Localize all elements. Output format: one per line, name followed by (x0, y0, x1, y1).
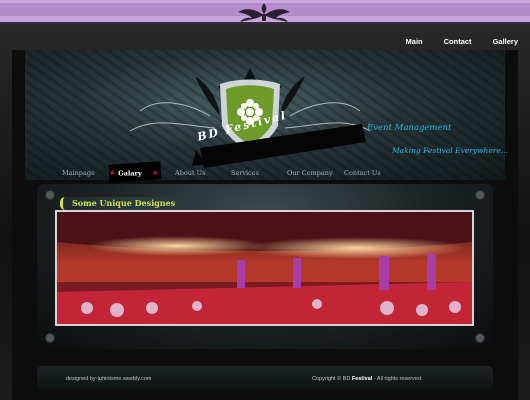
page: Main Contact Gallery BD Festival Event M… (0, 0, 530, 400)
rivet-icon (45, 190, 55, 200)
rivet-icon (475, 333, 485, 343)
top-nav-contact[interactable]: Contact (444, 37, 472, 46)
nav-services[interactable]: Services (231, 169, 259, 177)
top-nav: Main Contact Gallery (385, 37, 518, 46)
ornament-icon (238, 3, 290, 22)
star-icon: ★ (152, 170, 159, 177)
nav-contact-us[interactable]: Contact Us (344, 169, 381, 177)
top-nav-main[interactable]: Main (406, 37, 423, 46)
brand-tagline-slogan: Making Festival Everywhere... (392, 146, 508, 155)
gallery-photo (55, 210, 474, 326)
brand-tagline-event: Event Management (367, 123, 452, 133)
section-title-text: Some Unique Designes (72, 198, 176, 208)
nav-galary-label: Galary (118, 169, 142, 178)
footer-copyright: Copyright © BD Festival - All rights res… (312, 376, 423, 382)
rivet-icon (45, 333, 55, 343)
star-icon: ★ (109, 170, 116, 177)
main-nav: Mainpage Galary ★ ★ About Us Services Ou… (25, 161, 505, 183)
nav-mainpage[interactable]: Mainpage (62, 169, 95, 177)
top-nav-gallery[interactable]: Gallery (493, 37, 518, 46)
footer-designed-by[interactable]: designed by-tuhintsme.weebly.com (66, 376, 152, 382)
nav-about-us[interactable]: About Us (175, 169, 205, 177)
rivet-icon (475, 190, 485, 200)
nav-our-company[interactable]: Our Company (287, 169, 333, 177)
section-title: Some Unique Designes (60, 197, 191, 210)
